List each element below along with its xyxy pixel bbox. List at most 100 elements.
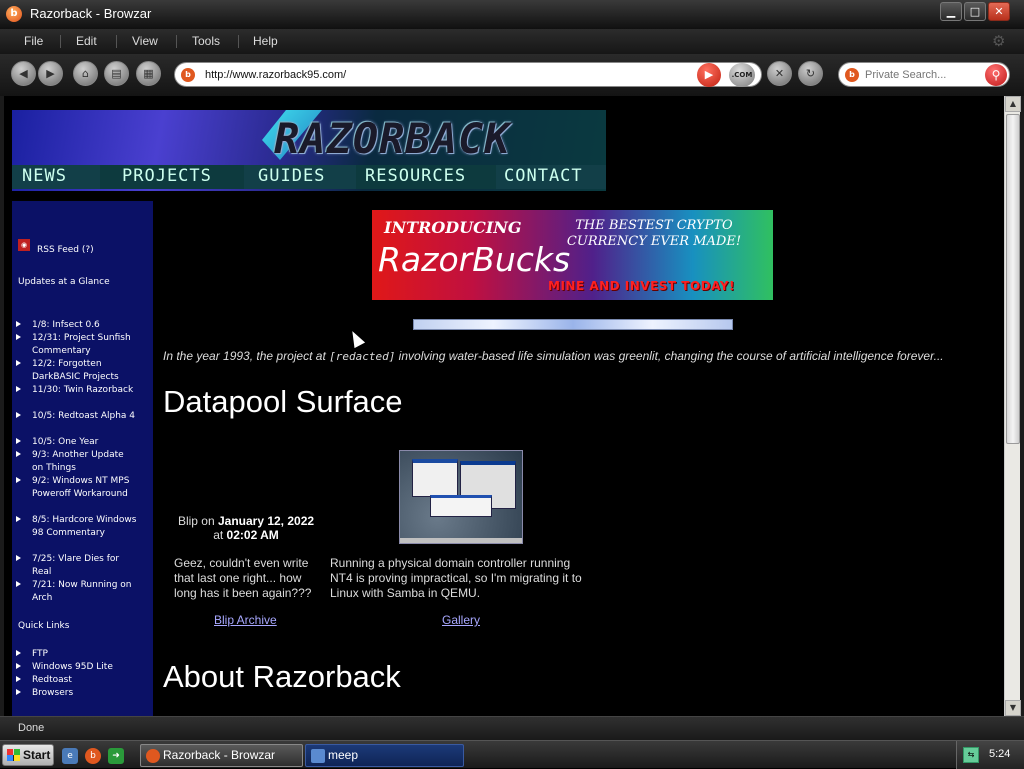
gallery-text: Running a physical domain controller run… [330,556,582,600]
update-link[interactable]: 11/30: Twin Razorback [32,384,137,397]
rss-feed-link[interactable]: RSS Feed (?) [37,245,94,255]
nav-contact[interactable]: CONTACT [504,166,583,186]
network-icon[interactable]: ⇆ [963,747,979,763]
bullet-icon [16,650,21,656]
quicklaunch-browzar-icon[interactable]: b [85,748,101,764]
quick-link-redtoast[interactable]: Redtoast [32,674,137,687]
address-bar[interactable]: b ▶ .COM [174,62,762,87]
ad-call-to-action: MINE AND INVEST TODAY! [548,279,735,293]
decorative-bar [413,319,733,330]
update-link[interactable]: 12/31: Project Sunfish Commentary [32,332,137,358]
quick-link-win95d[interactable]: Windows 95D Lite [32,661,137,674]
page-tools-button[interactable]: ▦ [136,61,161,86]
quick-link-browsers[interactable]: Browsers [32,687,137,700]
update-link[interactable]: 10/5: Redtoast Alpha 4 [32,410,137,423]
settings-gear-icon[interactable]: ⚙ [992,33,1008,49]
nav-news[interactable]: NEWS [22,166,67,186]
print-button[interactable]: ▤ [104,61,129,86]
gallery-link[interactable]: Gallery [442,613,480,627]
section-heading-about: About Razorback [163,659,401,694]
bullet-icon [16,360,21,366]
update-link[interactable]: 10/5: One Year [32,436,137,449]
scroll-thumb[interactable] [1006,114,1020,444]
bullet-icon [16,581,21,587]
update-link[interactable]: 1/8: Infsect 0.6 [32,319,137,332]
razorbucks-ad-banner[interactable]: INTRODUCING THE BESTEST CRYPTO CURRENCY … [372,210,773,300]
system-tray: ⇆ 5:24 [956,741,1024,769]
nav-projects[interactable]: PROJECTS [122,166,212,186]
menu-tools[interactable]: Tools [192,34,220,48]
menu-edit[interactable]: Edit [76,34,97,48]
update-link[interactable]: 7/25: Vlare Dies for Real [32,553,137,579]
url-input[interactable] [205,67,685,83]
web-page: RAZORBACK NEWS PROJECTS GUIDES RESOURCES… [4,96,1004,716]
bullet-icon [16,676,21,682]
taskbar-item-meep[interactable]: meep [305,744,464,767]
windows-flag-icon [7,749,20,761]
blip-text: Geez, couldn't even write that last one … [174,556,312,600]
menu-view[interactable]: View [132,34,158,48]
nav-guides[interactable]: GUIDES [258,166,325,186]
nav-resources[interactable]: RESOURCES [365,166,466,186]
menu-bar: File Edit View Tools Help ⚙ [0,29,1024,54]
quick-links-heading: Quick Links [18,621,70,631]
home-button[interactable]: ⌂ [73,61,98,86]
status-text: Done [18,722,45,734]
minimize-button[interactable]: ▁ [940,2,962,21]
bullet-icon [16,321,21,327]
ad-tagline: THE BESTEST CRYPTO CURRENCY EVER MADE! [566,218,742,249]
sidebar: ◉ RSS Feed (?) Updates at a Glance 1/8: … [12,201,153,716]
bullet-icon [16,555,21,561]
close-button[interactable]: ✕ [988,2,1010,21]
start-button[interactable]: Start [2,744,54,766]
menu-file[interactable]: File [24,34,43,48]
quicklaunch-show-desktop-icon[interactable]: ➜ [108,748,124,764]
site-nav: NEWS PROJECTS GUIDES RESOURCES CONTACT [12,165,606,189]
blip-archive-link[interactable]: Blip Archive [214,613,277,627]
forward-button[interactable]: ▶ [38,61,63,86]
title-bar[interactable]: b Razorback - Browzar ▁ □ ✕ [0,0,1024,29]
bullet-icon [16,386,21,392]
menu-help[interactable]: Help [253,34,278,48]
site-logo: RAZORBACK [274,114,511,163]
update-link[interactable]: 9/3: Another Update on Things [32,449,137,475]
scroll-down-arrow-icon[interactable]: ▼ [1005,700,1021,716]
back-button[interactable]: ◀ [11,61,36,86]
rss-icon[interactable]: ◉ [18,239,30,251]
private-search-box[interactable]: b ⚲ [838,62,1010,87]
bullet-icon [16,516,21,522]
browzar-app-icon: b [6,6,22,22]
bullet-icon [16,412,21,418]
scroll-up-arrow-icon[interactable]: ▲ [1005,96,1021,112]
bullet-icon [16,689,21,695]
ad-product-name: RazorBucks [378,240,571,279]
stop-button[interactable]: ✕ [767,61,792,86]
menu-divider [238,35,239,48]
menu-divider [176,35,177,48]
refresh-button[interactable]: ↻ [798,61,823,86]
menu-divider [60,35,61,48]
dotcom-button[interactable]: .COM [729,63,755,87]
update-link[interactable]: 8/5: Hardcore Windows 98 Commentary [32,514,137,540]
navigation-toolbar: ◀ ▶ ⌂ ▤ ▦ b ▶ .COM ✕ ↻ b ⚲ [0,54,1024,96]
search-engine-icon: b [845,68,859,82]
go-button[interactable]: ▶ [697,63,721,87]
update-link[interactable]: 7/21: Now Running on Arch [32,579,137,605]
quicklaunch-ie-icon[interactable]: e [62,748,78,764]
gallery-thumbnail[interactable] [399,450,523,544]
taskbar-item-browzar[interactable]: Razorback - Browzar [140,744,303,767]
intro-text: In the year 1993, the project at [redact… [163,349,944,363]
status-bar: Done [0,716,1024,740]
bullet-icon [16,663,21,669]
update-link[interactable]: 9/2: Windows NT MPS Poweroff Workaround [32,475,137,501]
window-title: Razorback - Browzar [30,6,152,21]
vertical-scrollbar[interactable]: ▲ ▼ [1004,96,1021,716]
blip-header: Blip on January 12, 2022 at 02:02 AM [177,514,315,542]
search-icon[interactable]: ⚲ [985,64,1007,86]
quick-link-ftp[interactable]: FTP [32,648,137,661]
ad-introducing: INTRODUCING [384,218,522,237]
clock[interactable]: 5:24 [989,748,1010,760]
update-link[interactable]: 12/2: Forgotten DarkBASIC Projects [32,358,137,384]
maximize-button[interactable]: □ [964,2,986,21]
search-input[interactable] [865,67,977,83]
